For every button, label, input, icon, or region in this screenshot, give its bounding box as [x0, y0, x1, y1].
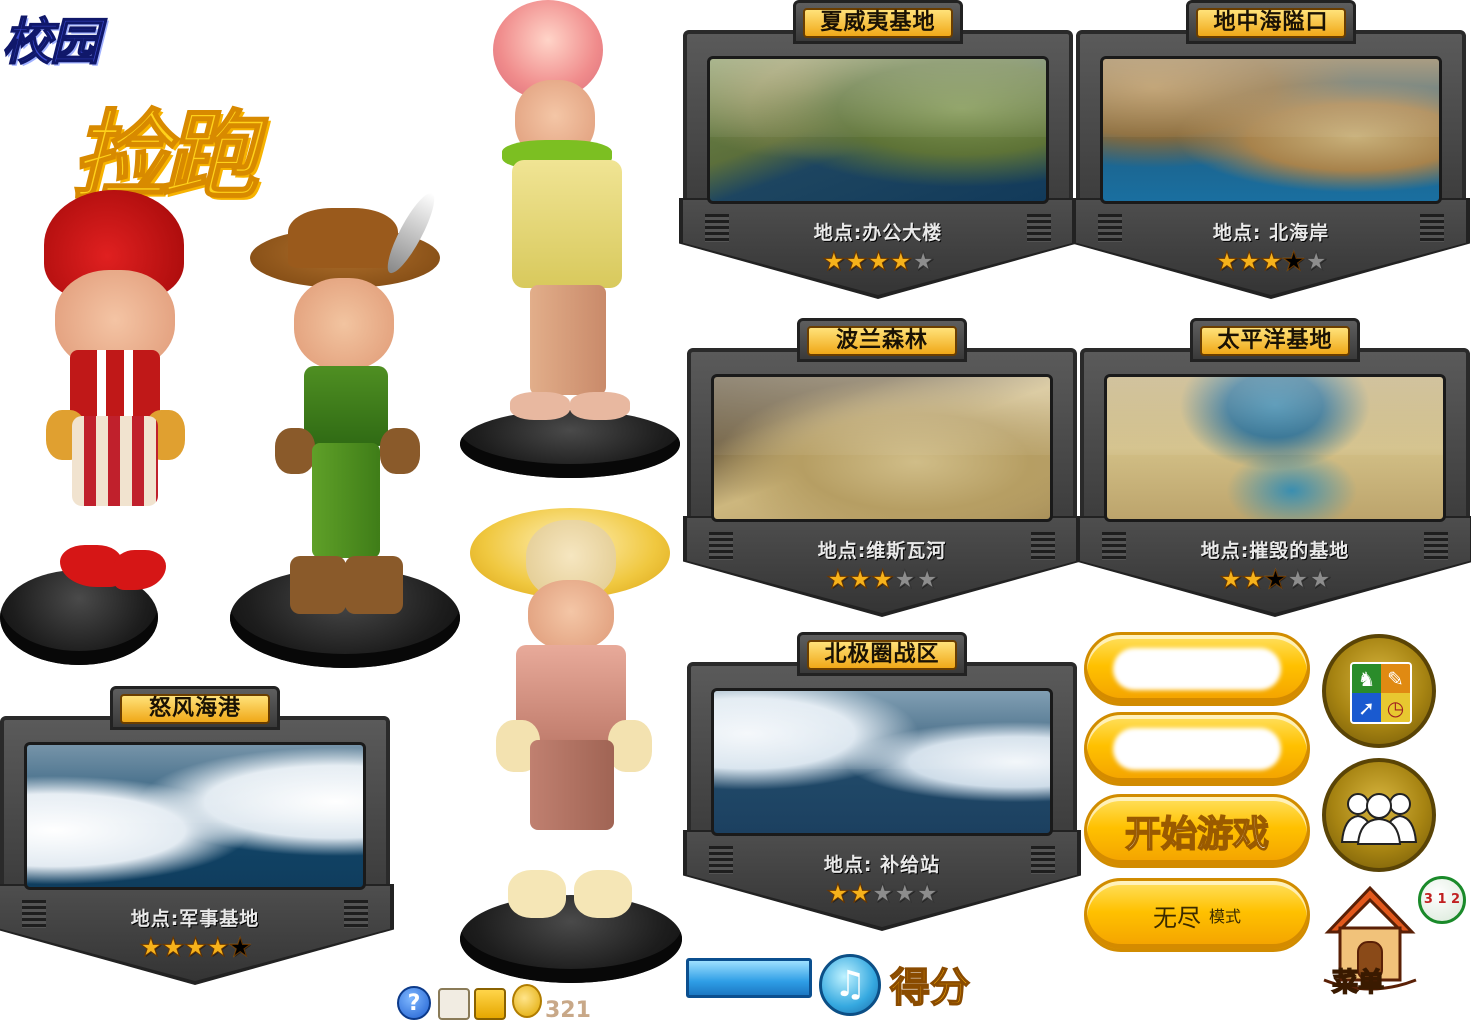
map-name: 北极圈战区 — [807, 640, 957, 670]
character-green-ranger[interactable] — [230, 188, 462, 683]
map-preview — [711, 688, 1053, 836]
star-icon: ★ — [183, 933, 207, 963]
star-icon: ★ — [848, 879, 872, 909]
star-icon: ★ — [893, 879, 917, 909]
map-preview — [707, 56, 1049, 204]
star-icon: ★ — [1304, 247, 1328, 277]
coin-icon — [512, 984, 542, 1018]
star-icon: ★ — [915, 879, 939, 909]
blank-button-1[interactable] — [1084, 632, 1310, 706]
star-icon: ★ — [822, 247, 846, 277]
star-icon: ★ — [206, 933, 230, 963]
star-icon: ★ — [1237, 247, 1261, 277]
map-name: 怒风海港 — [120, 694, 270, 724]
menu-label: 菜单 — [1331, 967, 1385, 999]
star-icon: ★ — [1282, 247, 1306, 277]
map-preview — [1104, 374, 1446, 522]
star-icon: ★ — [889, 247, 913, 277]
map-location: 地点:办公大楼 — [813, 222, 943, 244]
map-location: 地点:摧毁的基地 — [1200, 540, 1350, 562]
map-location: 地点:军事基地 — [130, 908, 260, 930]
star-icon: ★ — [826, 565, 850, 595]
inventory-slot-gold[interactable] — [474, 988, 506, 1020]
score-bar — [686, 958, 812, 998]
map-name: 波兰森林 — [807, 326, 957, 356]
difficulty-stars: ★★★★★ — [0, 933, 390, 963]
character-dog-kid[interactable] — [460, 500, 685, 985]
star-icon: ★ — [1308, 565, 1332, 595]
endless-mode-button[interactable]: 无尽 模式 — [1084, 878, 1310, 952]
star-icon: ★ — [1286, 565, 1310, 595]
map-name: 地中海隘口 — [1196, 8, 1346, 38]
endless-label: 无尽 — [1152, 903, 1201, 932]
star-icon: ★ — [866, 247, 890, 277]
map-location: 地点: 北海岸 — [1212, 222, 1330, 244]
map-location: 地点:维斯瓦河 — [817, 540, 947, 562]
map-name: 夏威夷基地 — [803, 8, 953, 38]
map-card-storm-harbor[interactable]: 怒风海港 地点:军事基地 ★★★★★ — [0, 686, 394, 986]
inventory-slot-empty[interactable] — [438, 988, 470, 1020]
score-label: 得分 — [889, 964, 971, 1012]
star-icon: ★ — [844, 247, 868, 277]
blank-button-2[interactable] — [1084, 712, 1310, 786]
friends-button[interactable] — [1322, 758, 1436, 872]
title-line-1: 校园 — [1, 12, 101, 72]
difficulty-stars: ★★★★★ — [1080, 565, 1470, 595]
start-game-button[interactable]: 开始游戏 — [1084, 794, 1310, 868]
star-icon: ★ — [915, 565, 939, 595]
star-icon: ★ — [1219, 565, 1243, 595]
rank-badge[interactable]: 3 1 2 — [1418, 876, 1466, 924]
difficulty-stars: ★★★★★ — [687, 879, 1077, 909]
star-icon: ★ — [228, 933, 252, 963]
map-card-poland[interactable]: 波兰森林 地点:维斯瓦河 ★★★★★ — [683, 318, 1081, 618]
map-location: 地点: 补给站 — [823, 854, 941, 876]
map-preview — [1100, 56, 1442, 204]
tools-button[interactable]: ♞ ✎ ➚ ◷ — [1322, 634, 1436, 748]
star-icon: ★ — [1215, 247, 1239, 277]
star-icon: ★ — [893, 565, 917, 595]
mode-label: 模式 — [1208, 907, 1241, 926]
star-icon: ★ — [870, 879, 894, 909]
difficulty-stars: ★★★★★ — [687, 565, 1077, 595]
tool-quad-icon: ♞ ✎ ➚ ◷ — [1350, 662, 1412, 724]
difficulty-stars: ★★★★★ — [683, 247, 1073, 277]
star-icon: ★ — [161, 933, 185, 963]
map-card-hawaii[interactable]: 夏威夷基地 地点:办公大楼 ★★★★★ — [679, 0, 1077, 300]
star-icon: ★ — [848, 565, 872, 595]
map-card-pacific[interactable]: 太平洋基地 地点:摧毁的基地 ★★★★★ — [1076, 318, 1471, 618]
friends-icon — [1340, 793, 1418, 845]
map-card-mediterranean[interactable]: 地中海隘口 地点: 北海岸 ★★★★★ — [1072, 0, 1470, 300]
star-icon: ★ — [826, 879, 850, 909]
help-icon[interactable]: ? — [397, 986, 431, 1020]
star-icon: ★ — [1259, 247, 1283, 277]
star-icon: ★ — [1263, 565, 1287, 595]
map-preview — [24, 742, 366, 890]
star-icon: ★ — [911, 247, 935, 277]
coin-count: 321 — [545, 998, 591, 1023]
music-note-icon[interactable]: ♫ — [819, 954, 881, 1016]
map-name: 太平洋基地 — [1200, 326, 1350, 356]
star-icon: ★ — [139, 933, 163, 963]
star-icon: ★ — [1241, 565, 1265, 595]
difficulty-stars: ★★★★★ — [1076, 247, 1466, 277]
character-peach-kid[interactable] — [460, 0, 685, 478]
star-icon: ★ — [870, 565, 894, 595]
map-preview — [711, 374, 1053, 522]
map-card-arctic[interactable]: 北极圈战区 地点: 补给站 ★★★★★ — [683, 632, 1081, 932]
character-red-girl[interactable] — [0, 190, 230, 680]
